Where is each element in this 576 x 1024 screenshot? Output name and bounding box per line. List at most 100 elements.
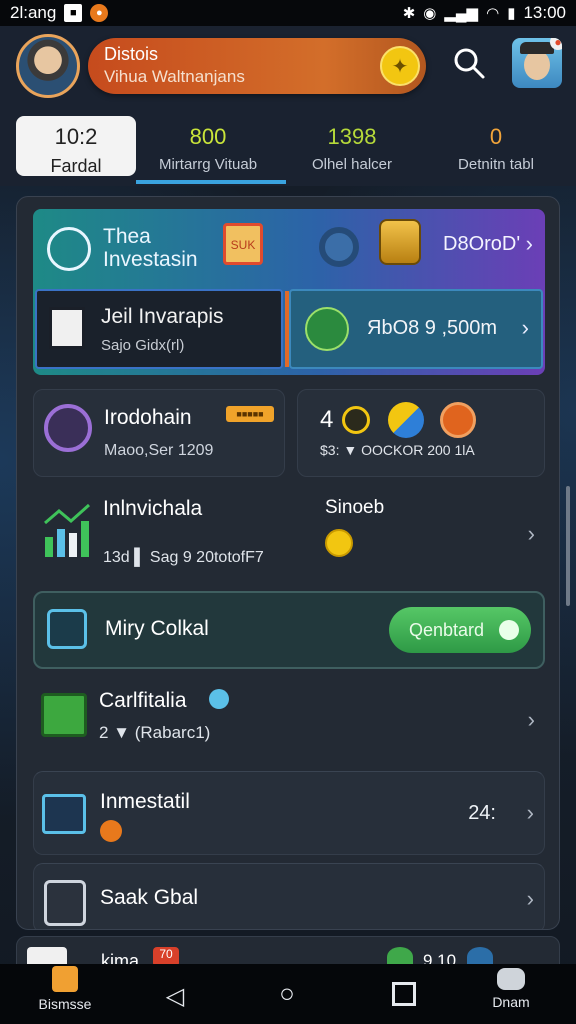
home-circle-icon[interactable]: ○ bbox=[272, 978, 302, 1009]
search-icon[interactable] bbox=[452, 46, 486, 80]
stats-count: 4 bbox=[320, 406, 334, 433]
recents-icon[interactable] bbox=[392, 982, 416, 1006]
chevron-right-icon[interactable]: › bbox=[522, 315, 529, 341]
achievement-badge-icon bbox=[44, 404, 92, 452]
stats-meta: $3: ▼ OOCKOR 200 1lA bbox=[320, 442, 475, 458]
info-icon bbox=[209, 689, 229, 709]
tab-active-indicator bbox=[136, 180, 286, 184]
stats-card[interactable]: 4 $3: ▼ OOCKOR 200 1lA bbox=[297, 389, 545, 477]
magic-wand-icon bbox=[305, 307, 349, 351]
chevron-right-icon[interactable]: › bbox=[528, 707, 535, 733]
dream-icon bbox=[497, 968, 525, 990]
investment-count: 24: bbox=[468, 802, 496, 824]
chart-trend-icon bbox=[42, 794, 86, 834]
tab-label: Mirtarrg Vituab bbox=[158, 156, 258, 173]
tab-value: 10:2 bbox=[54, 124, 98, 149]
peek-row[interactable]: kima 70 9 10 bbox=[16, 936, 560, 971]
achievement-tag: ■■■■■ bbox=[226, 406, 274, 422]
gear-icon bbox=[319, 227, 359, 267]
tab-olhel[interactable]: 1398 Olhel halcer bbox=[280, 110, 424, 186]
tab-value: 0 bbox=[489, 124, 503, 149]
nav-home-label: Bismsse bbox=[38, 996, 92, 1012]
tab-bar: 10:2 Fardal 800 Mirtarrg Vituab 1398 Olh… bbox=[0, 110, 576, 186]
nav-home[interactable]: Bismsse bbox=[30, 966, 100, 1012]
hero-amount: D8OroD' bbox=[443, 233, 521, 255]
goal-row[interactable]: Miry Colkal Qenbtard bbox=[33, 591, 545, 669]
status-time-left: 2l:ang bbox=[10, 3, 57, 22]
scrollbar[interactable] bbox=[566, 486, 570, 606]
alarm-icon: ◉ bbox=[423, 5, 437, 22]
hero-left-title: Jeil Invarapis bbox=[101, 305, 224, 328]
individual-meta: 13d ▌ Sag 9 20totofF7 bbox=[103, 549, 264, 566]
tab-mirtarrg[interactable]: 800 Mirtarrg Vituab bbox=[136, 110, 280, 186]
achievement-card[interactable]: Irodohain ■■■■■ Maoo,Ser 1209 bbox=[33, 389, 285, 477]
certificate-row[interactable]: Carlfitalia 2 ▼ (Rabarc1) › bbox=[33, 679, 545, 765]
chevron-right-icon[interactable]: › bbox=[527, 800, 534, 826]
investment-row[interactable]: Inmestatil 24: › bbox=[33, 771, 545, 855]
bar-chart-icon bbox=[44, 503, 90, 557]
profile-hat-icon bbox=[520, 42, 554, 54]
tab-fardal[interactable]: 10:2 Fardal bbox=[16, 116, 136, 176]
individual-name: Inlnvichala bbox=[103, 497, 203, 520]
user-name: Distois bbox=[104, 44, 159, 64]
chevron-right-icon[interactable]: › bbox=[526, 231, 533, 257]
bottom-navbar: Bismsse ◁ ○ Dnam bbox=[0, 964, 576, 1024]
hero-title: Thea Investasin bbox=[103, 225, 198, 271]
document-stack-icon bbox=[44, 880, 86, 926]
chevron-right-icon[interactable]: › bbox=[527, 886, 534, 912]
nav-dream[interactable]: Dnam bbox=[476, 968, 546, 1010]
individual-row[interactable]: Inlnvichala 13d ▌ Sag 9 20totofF7 Sinoeb… bbox=[33, 487, 545, 581]
goal-button-label: Qenbtard bbox=[409, 620, 485, 640]
app-notification-icon: ● bbox=[90, 4, 109, 22]
certificate-icon bbox=[41, 693, 87, 737]
hero-left-tile[interactable]: Jeil Invarapis Sajo Gidx(rl) bbox=[35, 289, 283, 369]
saa-row[interactable]: Saak Gbal › bbox=[33, 863, 545, 929]
document-icon bbox=[49, 307, 85, 349]
tab-label: Detnitn tabl bbox=[458, 156, 534, 173]
wifi-icon: ◠ bbox=[486, 5, 500, 22]
bluetooth-icon: ✱ bbox=[402, 5, 416, 22]
battery-icon: ▮ bbox=[507, 5, 516, 22]
profile-button[interactable]: ● bbox=[512, 38, 562, 88]
clock-icon bbox=[342, 406, 370, 434]
coin-icon bbox=[325, 529, 353, 557]
back-icon[interactable]: ◁ bbox=[160, 982, 190, 1011]
spiral-icon bbox=[47, 227, 91, 271]
certificate-name: Carlfitalia bbox=[99, 689, 187, 712]
individual-stat: Sinoeb bbox=[325, 497, 385, 518]
tab-value: 800 bbox=[189, 124, 227, 149]
tab-detnitn[interactable]: 0 Detnitn tabl bbox=[424, 110, 568, 186]
signal-icon: ▂▄▆ bbox=[444, 5, 479, 22]
coin-icon[interactable]: ✦ bbox=[380, 46, 420, 86]
goal-name: Miry Colkal bbox=[105, 617, 209, 640]
hero-right-value: ЯbO8 9 ,500m bbox=[367, 317, 498, 339]
leaf-icon bbox=[499, 620, 519, 640]
medal-icon bbox=[440, 402, 476, 438]
achievement-name: Irodohain bbox=[104, 406, 192, 429]
tab-label: Olhel halcer bbox=[311, 156, 393, 173]
user-profile-pill[interactable]: Distois Vihua Waltnanjans ✦ bbox=[88, 38, 426, 94]
home-icon bbox=[52, 966, 78, 992]
investment-name: Inmestatil bbox=[100, 790, 190, 813]
app-header: Distois Vihua Waltnanjans ✦ ● bbox=[0, 26, 576, 110]
goal-action-button[interactable]: Qenbtard bbox=[389, 607, 531, 653]
tab-value: 1398 bbox=[327, 124, 377, 149]
hero-left-subtitle: Sajo Gidx(rl) bbox=[101, 337, 185, 354]
avatar[interactable] bbox=[16, 34, 80, 98]
accent-divider bbox=[285, 291, 289, 367]
status-bar: 2l:ang ■ ● ✱ ◉ ▂▄▆ ◠ ▮ 13:00 bbox=[0, 0, 576, 26]
user-subtitle: Vihua Waltnanjans bbox=[104, 67, 245, 86]
gem-icon bbox=[388, 402, 424, 438]
ticket-icon: SUK bbox=[223, 223, 263, 265]
status-time-right: 13:00 bbox=[523, 3, 566, 22]
saa-name: Saak Gbal bbox=[100, 886, 199, 909]
notification-icon: ■ bbox=[64, 4, 83, 22]
achievement-meta: Maoo,Ser 1209 bbox=[104, 442, 214, 459]
puzzle-icon bbox=[47, 609, 87, 649]
certificate-meta: 2 ▼ (Rabarc1) bbox=[99, 723, 211, 742]
investment-hero-card[interactable]: Thea Investasin SUK D8OroD' › Jeil Invar… bbox=[33, 209, 545, 375]
main-panel: Thea Investasin SUK D8OroD' › Jeil Invar… bbox=[16, 196, 560, 930]
chevron-right-icon[interactable]: › bbox=[528, 521, 535, 547]
tab-label: Fardal bbox=[50, 156, 102, 176]
hero-right-tile[interactable]: ЯbO8 9 ,500m › bbox=[285, 289, 543, 369]
